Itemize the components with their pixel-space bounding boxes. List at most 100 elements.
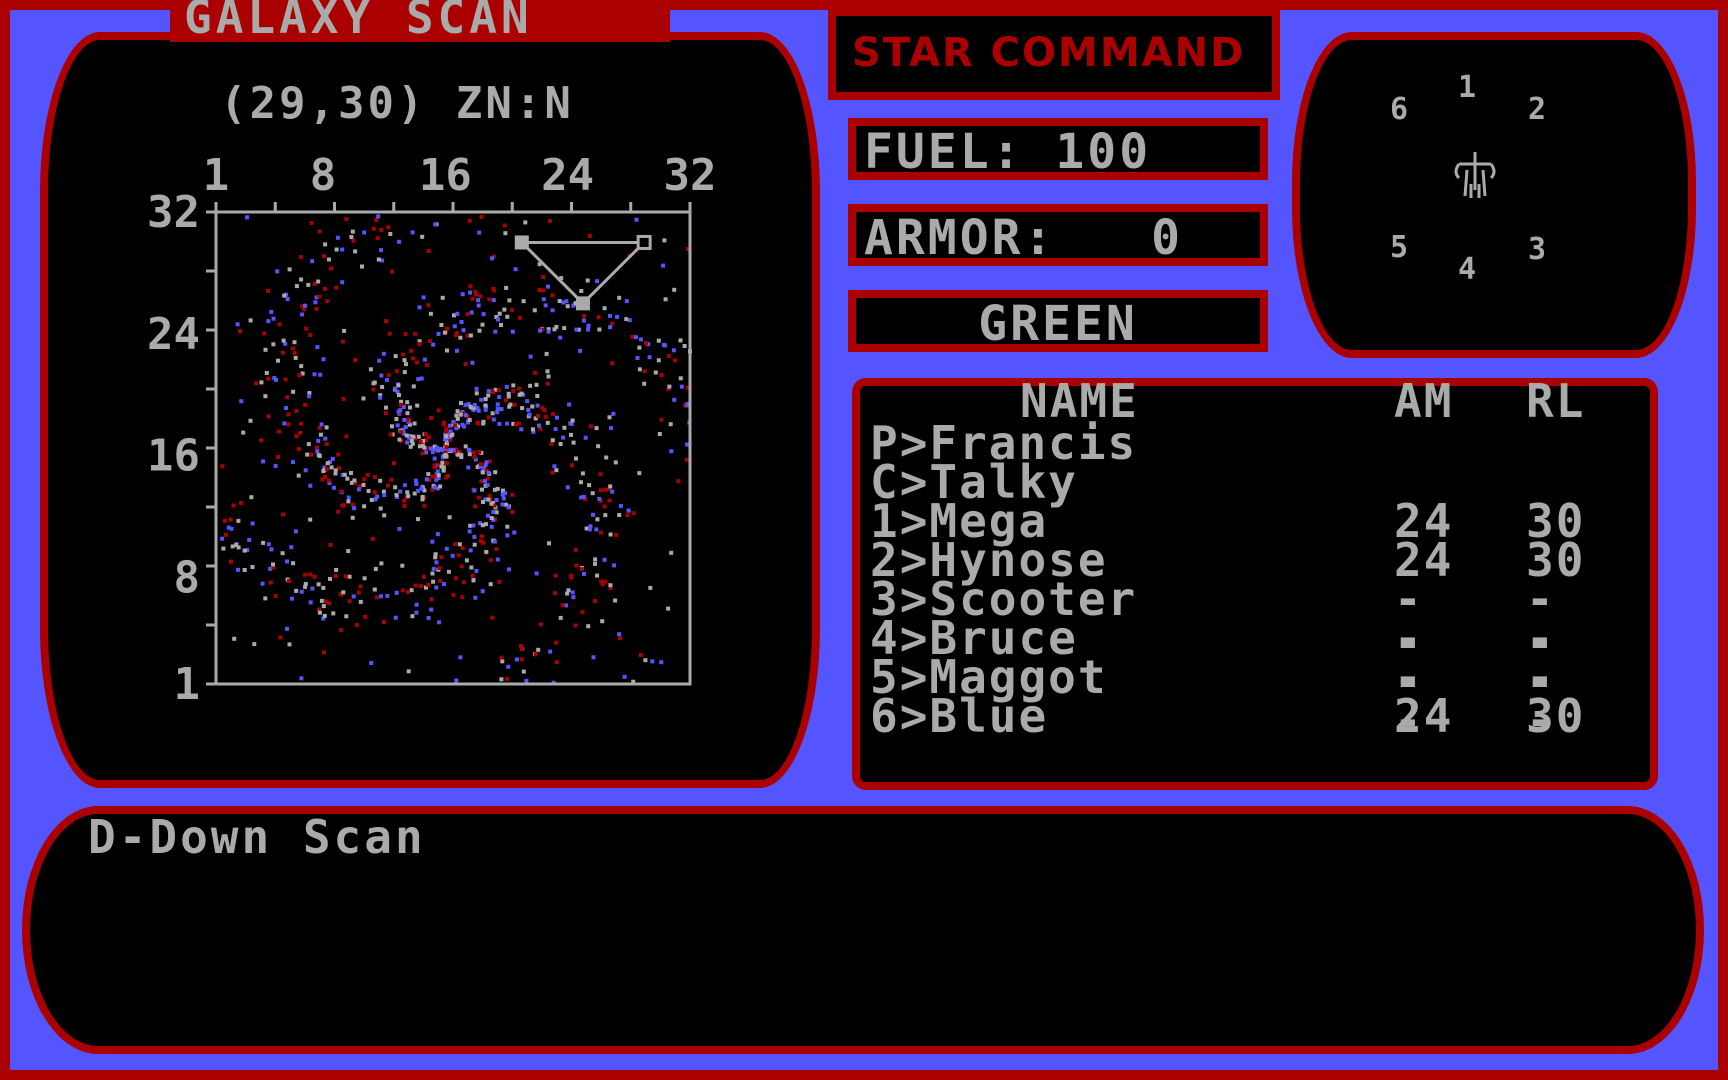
star	[550, 470, 555, 475]
star	[547, 218, 552, 223]
star	[506, 394, 511, 399]
star	[495, 410, 500, 415]
star	[317, 294, 322, 299]
galaxy-scan-title: GALAXY SCAN	[184, 0, 533, 44]
star	[558, 335, 563, 340]
star	[323, 475, 328, 479]
armor-readout: ARMOR: 0	[848, 204, 1268, 266]
star	[540, 405, 545, 410]
star	[402, 358, 407, 363]
star	[296, 447, 301, 452]
star	[433, 555, 438, 560]
star	[477, 450, 482, 454]
star	[458, 335, 463, 340]
star	[315, 449, 320, 454]
star	[393, 485, 398, 490]
star	[416, 434, 421, 439]
star	[417, 342, 422, 346]
star	[669, 550, 674, 555]
star	[410, 614, 415, 619]
star	[306, 442, 311, 447]
star	[459, 564, 464, 569]
crew-row[interactable]: 6>Blue 24 30	[870, 693, 1583, 739]
star	[324, 442, 329, 447]
star	[617, 632, 622, 637]
star	[299, 277, 304, 282]
star	[570, 418, 575, 423]
star	[545, 420, 550, 425]
star	[583, 435, 588, 440]
star	[656, 338, 661, 343]
star	[239, 501, 244, 505]
star	[565, 485, 570, 490]
star	[361, 396, 366, 401]
star	[676, 479, 681, 484]
star	[424, 363, 429, 368]
star	[241, 430, 246, 435]
star	[271, 342, 276, 347]
star	[481, 312, 486, 317]
direction-1[interactable]: 1	[1458, 70, 1476, 105]
star	[417, 444, 422, 449]
star	[545, 381, 550, 386]
star	[402, 483, 407, 488]
star	[491, 298, 496, 303]
star	[420, 234, 425, 239]
star	[478, 539, 483, 544]
star	[330, 456, 335, 461]
star	[468, 290, 472, 295]
star	[659, 373, 664, 378]
star	[236, 567, 240, 572]
star	[533, 370, 538, 375]
star	[232, 636, 237, 641]
star	[573, 547, 578, 552]
star	[471, 523, 476, 528]
star	[439, 323, 444, 327]
y-tick-label: 32	[147, 187, 200, 238]
condition-label: GREEN	[978, 296, 1138, 352]
star	[617, 513, 622, 517]
star	[476, 303, 481, 308]
star	[581, 313, 586, 318]
star	[350, 229, 355, 234]
star	[607, 415, 612, 420]
star	[459, 401, 463, 406]
star	[480, 487, 484, 492]
star	[351, 594, 356, 599]
galaxy-map[interactable]: 1 8 16 24 32 32 24 16 8 1	[118, 155, 738, 715]
star	[329, 266, 333, 271]
star	[454, 413, 459, 418]
star	[411, 356, 416, 361]
star	[558, 442, 563, 446]
star	[507, 404, 512, 409]
star	[610, 321, 615, 326]
direction-4[interactable]: 4	[1458, 252, 1476, 287]
direction-3[interactable]: 3	[1528, 232, 1546, 267]
star	[303, 584, 308, 589]
star	[599, 579, 604, 584]
star	[369, 661, 374, 665]
star	[333, 574, 338, 578]
star	[625, 513, 630, 518]
star	[627, 318, 632, 323]
star	[249, 495, 254, 500]
crew-name: 6>Blue	[870, 689, 1049, 743]
star	[472, 455, 477, 459]
star	[273, 463, 278, 468]
star	[322, 254, 326, 259]
star	[303, 468, 308, 473]
star	[489, 516, 494, 520]
star	[291, 389, 296, 394]
star	[378, 395, 383, 400]
star	[268, 580, 273, 585]
star	[394, 493, 399, 498]
star	[441, 465, 446, 470]
star	[226, 525, 231, 530]
star	[477, 328, 482, 333]
route-waypoint	[575, 296, 590, 311]
direction-5[interactable]: 5	[1390, 230, 1408, 265]
direction-6[interactable]: 6	[1390, 92, 1408, 127]
star	[471, 578, 476, 583]
direction-2[interactable]: 2	[1528, 92, 1546, 127]
star	[608, 583, 613, 588]
